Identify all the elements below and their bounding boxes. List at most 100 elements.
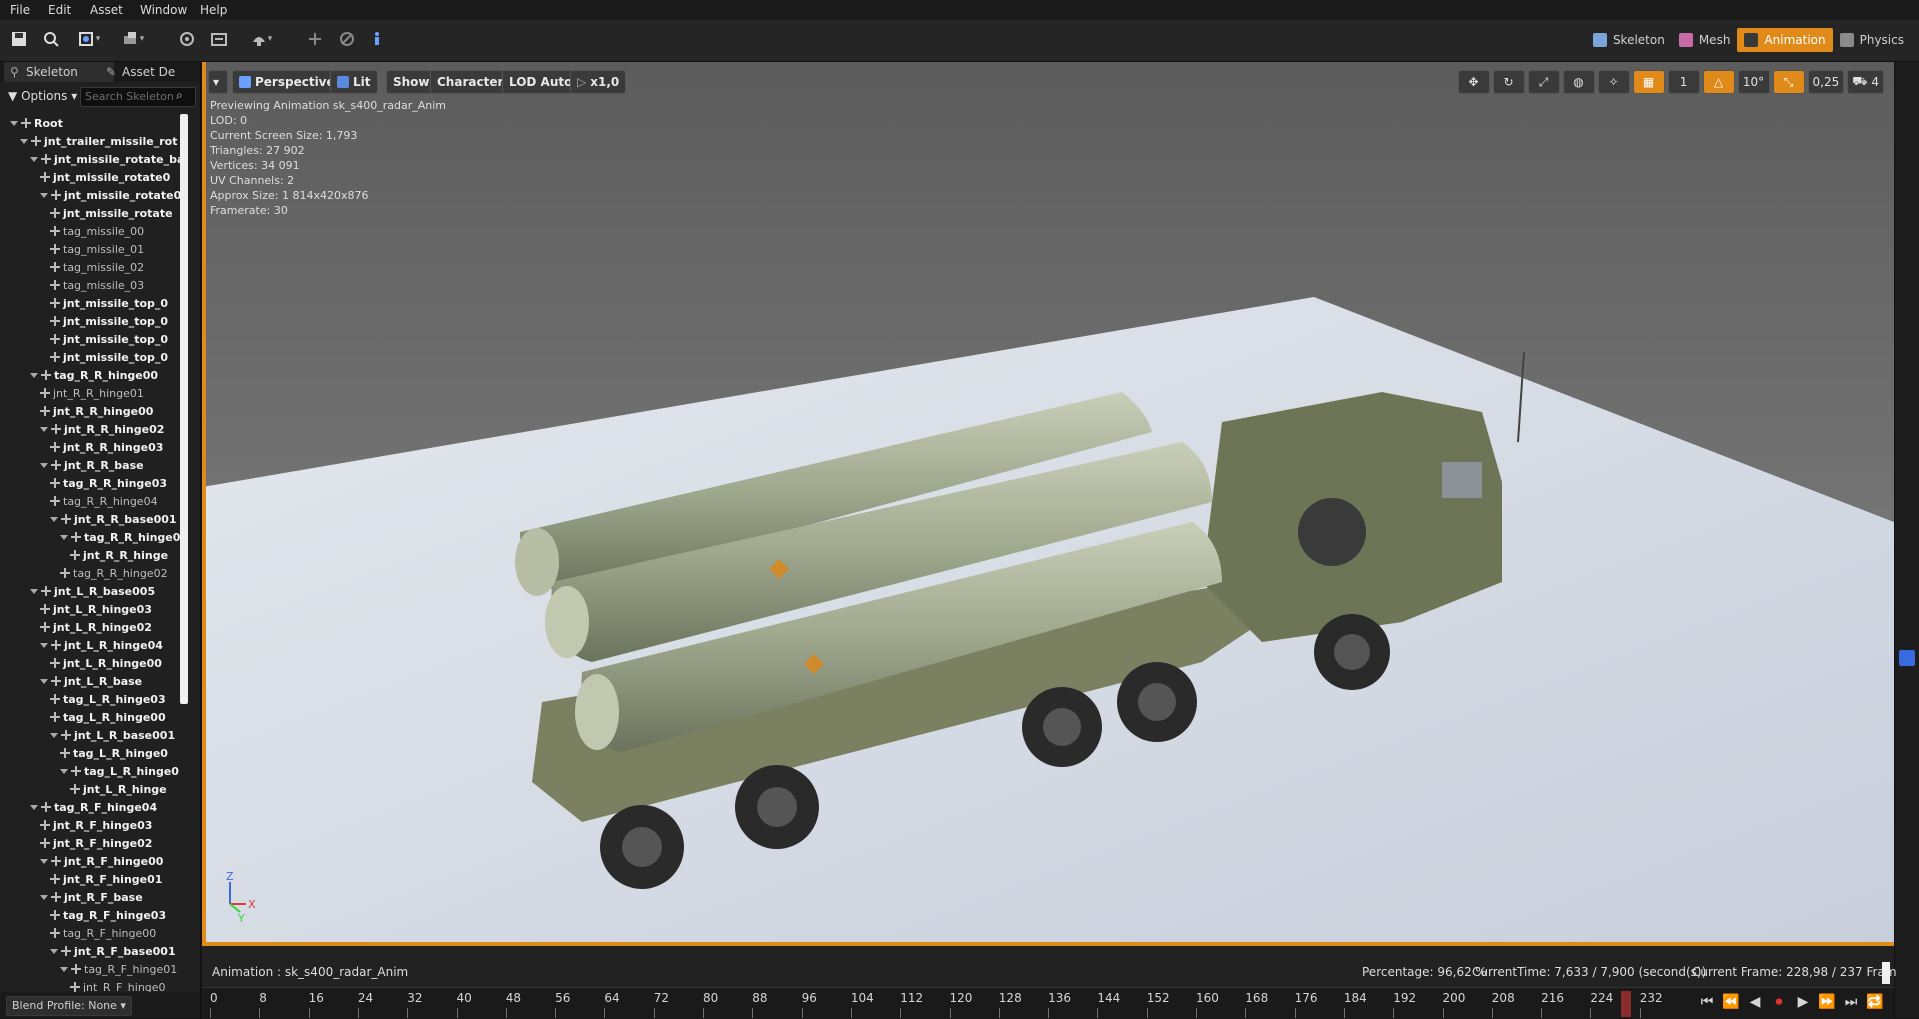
tree-row[interactable]: tag_R_F_hinge03 bbox=[50, 906, 166, 924]
tree-row[interactable]: tag_missile_03 bbox=[50, 276, 144, 294]
menu-window[interactable]: Window bbox=[140, 3, 187, 17]
expand-toggle-icon[interactable] bbox=[30, 372, 38, 378]
surface-snap-icon[interactable]: ✧ bbox=[1597, 70, 1630, 94]
lit-button[interactable]: Lit bbox=[330, 70, 378, 94]
tree-row[interactable]: jnt_R_R_base001 bbox=[50, 510, 177, 528]
scale-snap-value[interactable]: 0,25 bbox=[1807, 70, 1845, 94]
menu-asset[interactable]: Asset bbox=[90, 3, 123, 17]
search-icon[interactable]: ⌕ bbox=[176, 88, 183, 103]
menu-help[interactable]: Help bbox=[200, 3, 227, 17]
expand-toggle-icon[interactable] bbox=[40, 858, 48, 864]
perspective-button[interactable]: Perspective bbox=[232, 70, 342, 94]
menu-edit[interactable]: Edit bbox=[48, 3, 71, 17]
tree-row[interactable]: jnt_R_F_base001 bbox=[50, 942, 176, 960]
options-button[interactable]: ▼ Options ▾ bbox=[8, 89, 77, 103]
tree-row[interactable]: jnt_R_F_hinge02 bbox=[40, 834, 152, 852]
pose-icon[interactable] bbox=[366, 28, 388, 50]
tree-row[interactable]: jnt_L_R_hinge03 bbox=[40, 600, 152, 618]
tree-row[interactable]: jnt_R_R_hinge02 bbox=[40, 420, 164, 438]
tree-row[interactable]: tag_R_F_hinge00 bbox=[50, 924, 156, 942]
details-panel-icon[interactable] bbox=[1899, 650, 1915, 666]
apply-compression-icon[interactable] bbox=[176, 28, 198, 50]
tree-row[interactable]: jnt_missile_rotate_ba bbox=[30, 150, 180, 168]
tree-row[interactable]: jnt_R_R_base bbox=[40, 456, 144, 474]
tree-row[interactable]: tag_R_R_hinge02 bbox=[60, 564, 168, 582]
camera-speed-button[interactable]: ⛟ 4 bbox=[1847, 70, 1884, 94]
tree-scrollbar[interactable] bbox=[180, 114, 188, 704]
play-reverse-icon[interactable]: ◀ bbox=[1746, 992, 1764, 1012]
tab-skeleton[interactable]: ⚲ Skeleton bbox=[4, 62, 114, 82]
tree-row[interactable]: jnt_trailer_missile_rot bbox=[20, 132, 177, 150]
expand-toggle-icon[interactable] bbox=[50, 948, 58, 954]
reimport-icon[interactable]: ▾ bbox=[116, 28, 150, 50]
grid-snap-value[interactable]: 1 bbox=[1667, 70, 1700, 94]
expand-toggle-icon[interactable] bbox=[40, 894, 48, 900]
tree-row[interactable]: jnt_L_R_base005 bbox=[30, 582, 155, 600]
lod-button[interactable]: LOD Auto bbox=[502, 70, 580, 94]
tree-row[interactable]: jnt_L_R_hinge bbox=[70, 780, 167, 798]
expand-toggle-icon[interactable] bbox=[40, 462, 48, 468]
expand-toggle-icon[interactable] bbox=[60, 768, 68, 774]
mode-animation[interactable]: Animation bbox=[1737, 28, 1833, 52]
expand-toggle-icon[interactable] bbox=[50, 516, 58, 522]
tree-row[interactable]: jnt_R_R_hinge bbox=[70, 546, 168, 564]
tree-row[interactable]: tag_missile_01 bbox=[50, 240, 144, 258]
tree-row[interactable]: jnt_R_F_base bbox=[40, 888, 143, 906]
tree-row[interactable]: jnt_missile_top_0 bbox=[50, 294, 168, 312]
tree-row[interactable]: tag_R_F_hinge04 bbox=[30, 798, 157, 816]
remove-icon[interactable] bbox=[336, 28, 358, 50]
tree-row[interactable]: tag_L_R_hinge00 bbox=[50, 708, 166, 726]
create-asset-icon[interactable]: ▾ bbox=[72, 28, 106, 50]
blend-profile-dropdown[interactable]: Blend Profile: None ▾ bbox=[6, 996, 132, 1016]
scale-snap-icon[interactable]: ⤡ bbox=[1772, 70, 1805, 94]
tab-asset-details[interactable]: ✎ Asset De bbox=[100, 62, 202, 82]
tree-row[interactable]: jnt_missile_top_0 bbox=[50, 330, 168, 348]
skip-to-end-icon[interactable]: ⏭ bbox=[1842, 992, 1860, 1012]
grid-snap-icon[interactable]: ▦ bbox=[1632, 70, 1665, 94]
browse-icon[interactable] bbox=[40, 28, 62, 50]
translate-icon[interactable]: ✥ bbox=[1457, 70, 1490, 94]
tree-row[interactable]: jnt_R_F_hinge00 bbox=[40, 852, 163, 870]
tree-row[interactable]: jnt_missile_top_0 bbox=[50, 348, 168, 366]
tree-row[interactable]: jnt_R_R_hinge03 bbox=[50, 438, 163, 456]
tree-row[interactable]: jnt_L_R_hinge00 bbox=[50, 654, 162, 672]
tree-row[interactable]: jnt_L_R_hinge02 bbox=[40, 618, 152, 636]
expand-toggle-icon[interactable] bbox=[30, 804, 38, 810]
playback-speed-button[interactable]: ▷ x1,0 bbox=[570, 70, 627, 94]
tree-row[interactable]: jnt_R_R_hinge01 bbox=[40, 384, 144, 402]
tree-row[interactable]: tag_L_R_hinge03 bbox=[50, 690, 166, 708]
world-local-icon[interactable]: ◍ bbox=[1562, 70, 1595, 94]
step-back-icon[interactable]: ⏪ bbox=[1722, 992, 1740, 1012]
add-icon[interactable] bbox=[304, 28, 326, 50]
playhead[interactable] bbox=[1621, 991, 1632, 1017]
record-button-icon[interactable]: ⏺ bbox=[1770, 992, 1788, 1012]
play-icon[interactable]: ▶ bbox=[1794, 992, 1812, 1012]
rotation-snap-value[interactable]: 10° bbox=[1737, 70, 1770, 94]
expand-toggle-icon[interactable] bbox=[40, 192, 48, 198]
tree-row[interactable]: jnt_missile_top_0 bbox=[50, 312, 168, 330]
tree-row[interactable]: jnt_L_R_hinge04 bbox=[40, 636, 163, 654]
tree-row[interactable]: tag_R_R_hinge04 bbox=[50, 492, 158, 510]
mode-skeleton[interactable]: Skeleton bbox=[1586, 28, 1672, 52]
expand-toggle-icon[interactable] bbox=[10, 120, 18, 126]
tree-row[interactable]: tag_R_R_hinge03 bbox=[50, 474, 167, 492]
expand-toggle-icon[interactable] bbox=[40, 426, 48, 432]
expand-toggle-icon[interactable] bbox=[60, 534, 68, 540]
rotation-snap-icon[interactable]: △ bbox=[1702, 70, 1735, 94]
export-icon[interactable] bbox=[208, 28, 230, 50]
expand-toggle-icon[interactable] bbox=[30, 156, 38, 162]
tree-row[interactable]: jnt_R_F_hinge01 bbox=[50, 870, 162, 888]
tree-row[interactable]: jnt_missile_rotate0 bbox=[40, 168, 170, 186]
timeline-ruler[interactable]: ⏮ ⏪ ◀ ⏺ ▶ ⏩ ⏭ 🔁 0 8 16 24 32 40 48 56 64 72 80 88 96… bbox=[202, 987, 1894, 1019]
expand-toggle-icon[interactable] bbox=[40, 678, 48, 684]
tree-row[interactable]: tag_missile_02 bbox=[50, 258, 144, 276]
tree-row[interactable]: tag_L_R_hinge0 bbox=[60, 744, 168, 762]
expand-toggle-icon[interactable] bbox=[20, 138, 28, 144]
tree-row[interactable]: tag_L_R_hinge0 bbox=[60, 762, 179, 780]
timeline-scrollbar[interactable] bbox=[1882, 962, 1890, 984]
record-icon[interactable]: ▾ bbox=[244, 28, 278, 50]
tree-row[interactable]: jnt_L_R_base001 bbox=[50, 726, 175, 744]
tree-row[interactable]: tag_R_R_hinge0 bbox=[60, 528, 180, 546]
expand-toggle-icon[interactable] bbox=[30, 588, 38, 594]
scale-icon[interactable]: ⤢ bbox=[1527, 70, 1560, 94]
